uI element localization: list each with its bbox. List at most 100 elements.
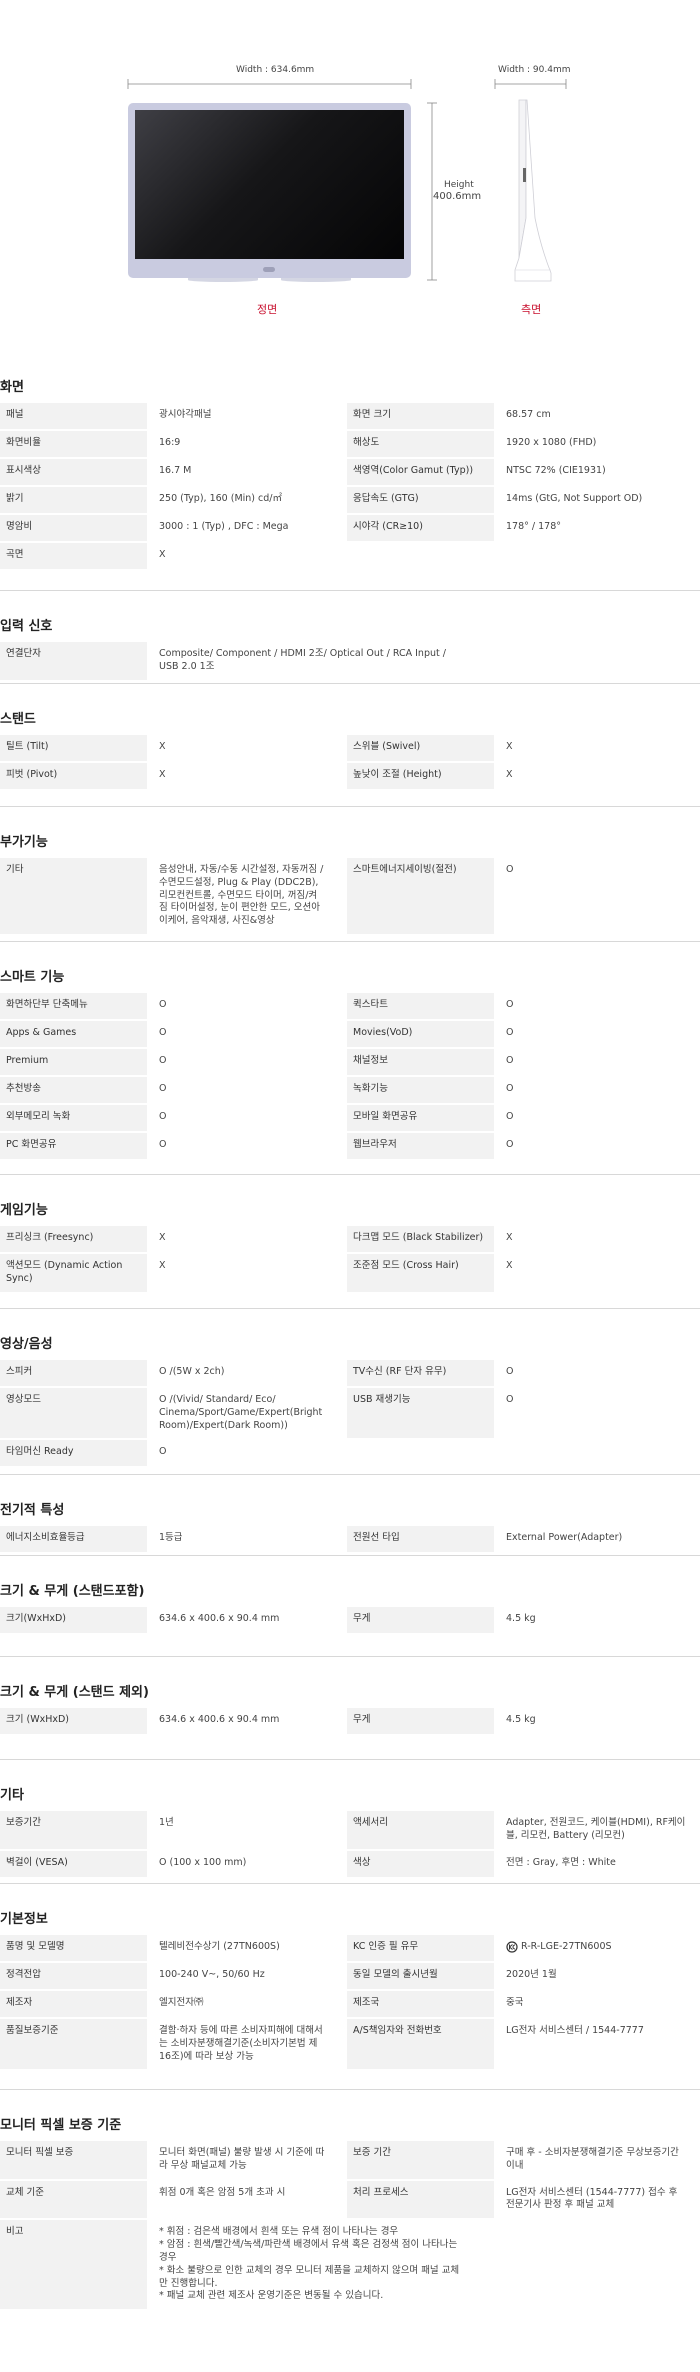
column-gap — [337, 858, 347, 934]
section-divider — [0, 1474, 700, 1475]
spec-label: 화면하단부 단축메뉴 — [0, 993, 147, 1019]
section-title: 기타 — [0, 1788, 24, 1803]
spec-value: 텔레비전수상기 (27TN600S) — [159, 1941, 280, 1952]
section-divider — [0, 1883, 700, 1884]
spec-row: PC 화면공유 O 웹브라우저 O — [0, 1133, 700, 1159]
spec-row: 화면하단부 단축메뉴 O 퀵스타트 O — [0, 993, 700, 1019]
spec-label: 타임머신 Ready — [0, 1440, 147, 1467]
spec-value: 4.5 kg — [506, 1714, 536, 1725]
spec-value: NTSC 72% (CIE1931) — [506, 465, 606, 476]
spec-row: 피벗 (Pivot) X 높낮이 조절 (Height) X — [0, 763, 700, 789]
spec-row: 곡면 X — [0, 543, 700, 569]
spec-value: X — [506, 769, 513, 780]
spec-value: 중국 — [506, 1997, 524, 2008]
column-gap — [337, 1708, 347, 1734]
spec-label: 피벗 (Pivot) — [0, 763, 147, 789]
column-gap — [337, 459, 347, 485]
column-gap — [337, 1254, 347, 1292]
column-gap — [337, 1526, 347, 1552]
spec-row: 벽걸이 (VESA) O (100 x 100 mm) 색상 전면 : Gray, 후… — [0, 1850, 700, 1877]
spec-label: 색영역(Color Gamut (Typ)) — [347, 459, 494, 485]
column-gap — [337, 2141, 347, 2179]
spec-value: 3000 : 1 (Typ) , DFC : Mega — [159, 521, 289, 532]
spec-section: 모니터 픽셀 보증 기준 모니터 픽셀 보증 모니터 화면(패널) 불량 발생 시 … — [0, 2089, 700, 2311]
section-divider — [0, 590, 700, 591]
spec-row: 기타 음성안내, 자동/수동 시간설정, 자동꺼짐 / 수면모드설정, Plug … — [0, 858, 700, 935]
section-title: 크기 & 무게 (스탠드포함) — [0, 1584, 145, 1599]
spec-value: X — [506, 1232, 513, 1243]
spec-value: X — [159, 549, 166, 560]
column-gap — [337, 431, 347, 457]
spec-label: 보증기간 — [0, 1811, 147, 1849]
spec-label: 표시색상 — [0, 459, 147, 485]
spec-value: X — [506, 1260, 513, 1271]
section-divider — [0, 941, 700, 942]
height-label-line2: 400.6mm — [433, 191, 482, 202]
spec-label: 보증 기간 — [347, 2141, 494, 2179]
spec-row: 영상모드 O /(Vivid/ Standard/ Eco/ Cinema/Spo… — [0, 1388, 700, 1439]
spec-label: 시야각 (CR≥10) — [347, 515, 494, 541]
spec-label: Premium — [0, 1049, 147, 1075]
tv-foot-left — [188, 278, 258, 282]
spec-value: 16:9 — [159, 437, 181, 448]
section-title: 부가기능 — [0, 835, 48, 850]
column-gap — [337, 763, 347, 789]
spec-label: USB 재생기능 — [347, 1388, 494, 1439]
spec-row: 틸트 (Tilt) X 스위블 (Swivel) X — [0, 735, 700, 761]
section-divider — [0, 2089, 700, 2090]
side-view-label: 측면 — [521, 303, 542, 316]
spec-value: 16.7 M — [159, 465, 192, 476]
spec-label: KC 인증 필 유무 — [347, 1935, 494, 1961]
spec-value: LG전자 서비스센터 / 1544-7777 — [506, 2025, 644, 2036]
spec-label: 화면 크기 — [347, 403, 494, 429]
spec-row: 모니터 픽셀 보증 모니터 화면(패널) 불량 발생 시 기준에 따라 무상 패널… — [0, 2141, 700, 2179]
spec-value: O — [506, 999, 514, 1010]
spec-value: 모니터 화면(패널) 불량 발생 시 기준에 따라 무상 패널교체 가능 — [159, 2147, 325, 2171]
spec-row: Premium O 채널정보 O — [0, 1049, 700, 1075]
spec-label: PC 화면공유 — [0, 1133, 147, 1159]
spec-row: 타임머신 Ready O — [0, 1440, 700, 1467]
spec-label: Apps & Games — [0, 1021, 147, 1047]
spec-value: O — [159, 1139, 167, 1150]
spec-value: O — [506, 1027, 514, 1038]
spec-value: O — [506, 1111, 514, 1122]
column-gap — [337, 1991, 347, 2017]
spec-value: O (100 x 100 mm) — [159, 1856, 247, 1868]
spec-value: 구매 후 - 소비자분쟁해결기준 무상보증기간 이내 — [506, 2147, 679, 2171]
spec-value: 634.6 x 400.6 x 90.4 mm — [159, 1613, 280, 1624]
spec-label: 패널 — [0, 403, 147, 429]
spec-value: O — [506, 1366, 514, 1377]
spec-value: Adapter, 전원코드, 케이블(HDMI), RF케이블, 리모컨, Ba… — [506, 1817, 686, 1841]
spec-label: 액세서리 — [347, 1811, 494, 1849]
spec-value: O — [506, 1055, 514, 1066]
spec-label: 품명 및 모델명 — [0, 1935, 147, 1961]
spec-row: 연결단자 Composite/ Component / HDMI 2조/ Opti… — [0, 642, 700, 680]
spec-label: 퀵스타트 — [347, 993, 494, 1019]
spec-row: 품명 및 모델명 텔레비전수상기 (27TN600S) KC 인증 필 유무 R-R-… — [0, 1935, 700, 1961]
spec-row: 정격전압 100-240 V~, 50/60 Hz 동일 모델의 출시년월 2020년… — [0, 1963, 700, 1989]
spec-row: 화면비율 16:9 해상도 1920 x 1080 (FHD) — [0, 431, 700, 457]
spec-label: 외부메모리 녹화 — [0, 1105, 147, 1131]
section-title: 전기적 특성 — [0, 1503, 65, 1518]
column-gap — [337, 1226, 347, 1252]
spec-row: 비고 * 휘점 : 검은색 배경에서 흰색 또는 유색 점이 나타나는 경우 * … — [0, 2220, 700, 2310]
tv-foot-right — [281, 278, 351, 282]
section-title: 스탠드 — [0, 712, 36, 727]
spec-value: * 휘점 : 검은색 배경에서 흰색 또는 유색 점이 나타나는 경우 * 암점… — [159, 2226, 460, 2302]
spec-row: 프리싱크 (Freesync) X 다크맵 모드 (Black Stabilizer… — [0, 1226, 700, 1252]
spec-section: 크기 & 무게 (스탠드 제외) 크기 (WxHxD) 634.6 x 400.6 … — [0, 1656, 700, 1736]
spec-label: 색상 — [347, 1850, 494, 1877]
section-divider — [0, 1555, 700, 1556]
spec-row: Apps & Games O Movies(VoD) O — [0, 1021, 700, 1047]
kc-mark-wrap: R-R-LGE-27TN600S — [506, 1941, 688, 1954]
spec-value: R-R-LGE-27TN600S — [494, 1935, 700, 1961]
spec-label: 제조자 — [0, 1991, 147, 2017]
column-gap — [337, 1388, 347, 1438]
spec-value: O — [506, 1394, 514, 1405]
section-title: 화면 — [0, 380, 24, 395]
spec-row: 명암비 3000 : 1 (Typ) , DFC : Mega 시야각 (CR≥10… — [0, 515, 700, 541]
spec-value: X — [159, 1232, 166, 1243]
spec-label: 모바일 화면공유 — [347, 1105, 494, 1131]
spec-value: O — [159, 1027, 167, 1038]
spec-value: O — [506, 1139, 514, 1150]
